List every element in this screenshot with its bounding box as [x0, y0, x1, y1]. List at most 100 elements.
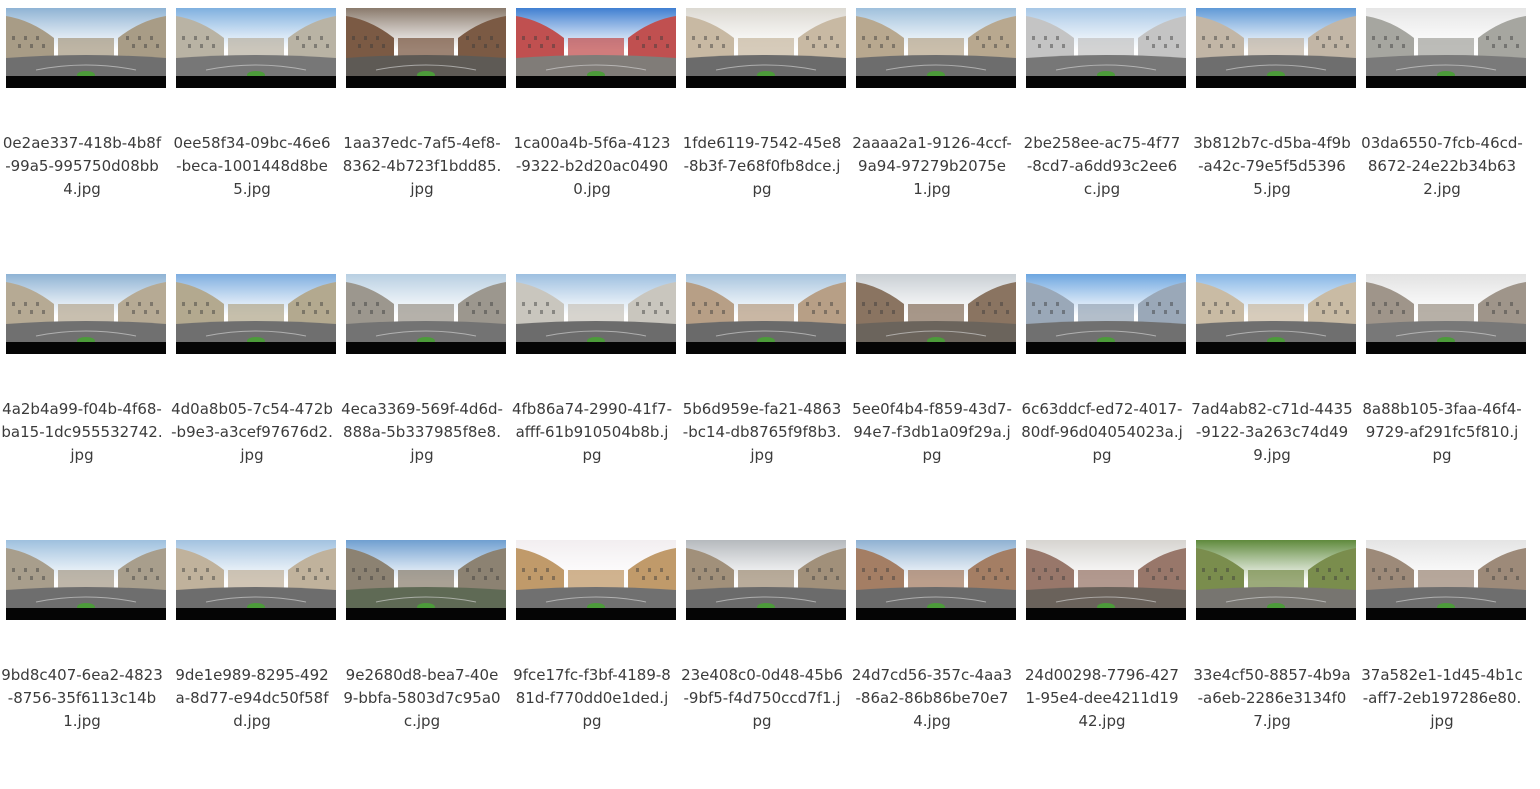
panorama-image-thumbnail	[856, 540, 1016, 620]
file-name-label: 33e4cf50-8857-4b9a-a6eb-2286e3134f07.jpg	[1193, 666, 1351, 730]
file-name-label: 23e408c0-0d48-45b6-9bf5-f4d750ccd7f1.jpg	[681, 666, 843, 730]
file-name-label: 4d0a8b05-7c54-472b-b9e3-a3cef97676d2.jpg	[171, 400, 333, 464]
file-thumbnail[interactable]	[1026, 540, 1186, 620]
panorama-image-thumbnail	[346, 8, 506, 88]
file-name-label: 4a2b4a99-f04b-4f68-ba15-1dc955532742.jpg	[1, 400, 163, 464]
file-item[interactable]: 2be258ee-ac75-4f77-8cd7-a6dd93c2ee6c.jpg	[1024, 8, 1195, 258]
panorama-image-thumbnail	[856, 8, 1016, 88]
file-thumbnail[interactable]	[1366, 274, 1526, 354]
file-item[interactable]: 9de1e989-8295-492a-8d77-e94dc50f58fd.jpg	[175, 540, 345, 789]
file-thumbnail[interactable]	[516, 540, 676, 620]
file-thumbnail[interactable]	[176, 540, 336, 620]
file-item[interactable]: 4fb86a74-2990-41f7-afff-61b910504b8b.jpg	[512, 274, 685, 524]
panorama-image-thumbnail	[176, 540, 336, 620]
panorama-image-thumbnail	[346, 540, 506, 620]
file-item[interactable]: 33e4cf50-8857-4b9a-a6eb-2286e3134f07.jpg	[1193, 540, 1365, 789]
file-name-label: 4fb86a74-2990-41f7-afff-61b910504b8b.jpg	[511, 400, 673, 464]
file-thumbnail[interactable]	[856, 274, 1016, 354]
file-item[interactable]: 7ad4ab82-c71d-4435-9122-3a263c74d499.jpg	[1191, 274, 1365, 524]
file-name-label: 7ad4ab82-c71d-4435-9122-3a263c74d499.jpg	[1191, 400, 1353, 464]
file-item[interactable]: 1aa37edc-7af5-4ef8-8362-4b723f1bdd85.jpg	[343, 8, 515, 258]
panorama-image-thumbnail	[516, 274, 676, 354]
file-item[interactable]: 4eca3369-569f-4d6d-888a-5b337985f8e8.jpg	[341, 274, 515, 524]
panorama-image-thumbnail	[856, 274, 1016, 354]
file-thumbnail[interactable]	[516, 8, 676, 88]
panorama-image-thumbnail	[516, 8, 676, 88]
file-name-label: 8a88b105-3faa-46f4-9729-af291fc5f810.jpg	[1362, 400, 1522, 464]
file-thumbnail[interactable]	[856, 8, 1016, 88]
file-name-label: 6c63ddcf-ed72-4017-80df-96d04054023a.jpg	[1021, 400, 1183, 464]
panorama-image-thumbnail	[1366, 8, 1526, 88]
file-name-label: 1fde6119-7542-45e8-8b3f-7e68f0fb8dce.jpg	[682, 134, 842, 198]
panorama-image-thumbnail	[6, 274, 166, 354]
file-item[interactable]: 1ca00a4b-5f6a-4123-9322-b2d20ac04900.jpg	[514, 8, 685, 258]
file-name-label: 1aa37edc-7af5-4ef8-8362-4b723f1bdd85.jpg	[342, 134, 502, 198]
file-thumbnail[interactable]	[1026, 8, 1186, 88]
file-name-label: 1ca00a4b-5f6a-4123-9322-b2d20ac04900.jpg	[513, 134, 671, 198]
file-item[interactable]: 9e2680d8-bea7-40e9-bbfa-5803d7c95a0c.jpg	[343, 540, 515, 789]
file-thumbnail[interactable]	[686, 274, 846, 354]
file-name-label: 3b812b7c-d5ba-4f9b-a42c-79e5f5d53965.jpg	[1193, 134, 1351, 198]
file-item[interactable]: 24d00298-7796-4271-95e4-dee4211d1942.jpg	[1025, 540, 1195, 789]
file-item[interactable]: 1fde6119-7542-45e8-8b3f-7e68f0fb8dce.jpg	[683, 8, 855, 258]
file-name-label: 0ee58f34-09bc-46e6-beca-1001448d8be5.jpg	[173, 134, 331, 198]
file-name-label: 9fce17fc-f3bf-4189-881d-f770dd0e1ded.jpg	[513, 666, 671, 730]
file-thumbnail[interactable]	[176, 8, 336, 88]
panorama-image-thumbnail	[1196, 540, 1356, 620]
file-thumbnail[interactable]	[1196, 274, 1356, 354]
panorama-image-thumbnail	[176, 8, 336, 88]
panorama-image-thumbnail	[686, 8, 846, 88]
file-item[interactable]: 4d0a8b05-7c54-472b-b9e3-a3cef97676d2.jpg	[171, 274, 345, 524]
file-thumbnail[interactable]	[6, 8, 166, 88]
panorama-image-thumbnail	[686, 540, 846, 620]
panorama-image-thumbnail	[6, 540, 166, 620]
file-name-label: 2aaaa2a1-9126-4ccf-9a94-97279b2075e1.jpg	[852, 134, 1012, 198]
file-thumbnail[interactable]	[1026, 274, 1186, 354]
file-name-label: 24d00298-7796-4271-95e4-dee4211d1942.jpg	[1025, 666, 1179, 730]
file-item[interactable]: 3b812b7c-d5ba-4f9b-a42c-79e5f5d53965.jpg	[1193, 8, 1365, 258]
file-item[interactable]: 8a88b105-3faa-46f4-9729-af291fc5f810.jpg	[1362, 274, 1535, 524]
file-name-label: 2be258ee-ac75-4f77-8cd7-a6dd93c2ee6c.jpg	[1023, 134, 1181, 198]
file-item[interactable]: 5b6d959e-fa21-4863-bc14-db8765f9f8b3.jpg	[683, 274, 855, 524]
panorama-image-thumbnail	[176, 274, 336, 354]
file-item[interactable]: 6c63ddcf-ed72-4017-80df-96d04054023a.jpg	[1021, 274, 1195, 524]
file-thumbnail[interactable]	[6, 274, 166, 354]
file-name-label: 24d7cd56-357c-4aa3-86a2-86b86be70e74.jpg	[851, 666, 1013, 730]
panorama-image-thumbnail	[1196, 274, 1356, 354]
file-item[interactable]: 9bd8c407-6ea2-4823-8756-35f6113c14b1.jpg	[1, 540, 175, 789]
file-name-label: 9de1e989-8295-492a-8d77-e94dc50f58fd.jpg	[175, 666, 329, 730]
file-name-label: 9e2680d8-bea7-40e9-bbfa-5803d7c95a0c.jpg	[343, 666, 501, 730]
panorama-image-thumbnail	[346, 274, 506, 354]
file-item[interactable]: 4a2b4a99-f04b-4f68-ba15-1dc955532742.jpg	[1, 274, 175, 524]
file-thumbnail[interactable]	[1196, 540, 1356, 620]
file-thumbnail[interactable]	[176, 274, 336, 354]
file-item[interactable]: 2aaaa2a1-9126-4ccf-9a94-97279b2075e1.jpg	[852, 8, 1025, 258]
file-thumbnail[interactable]	[686, 540, 846, 620]
file-grid: 0e2ae337-418b-4b8f-99a5-995750d08bb4.jpg…	[0, 0, 1540, 789]
file-name-label: 37a582e1-1d45-4b1c-aff7-2eb197286e80.jpg	[1361, 666, 1523, 730]
file-item[interactable]: 37a582e1-1d45-4b1c-aff7-2eb197286e80.jpg	[1361, 540, 1535, 789]
file-thumbnail[interactable]	[346, 8, 506, 88]
panorama-image-thumbnail	[686, 274, 846, 354]
file-thumbnail[interactable]	[1366, 8, 1526, 88]
file-thumbnail[interactable]	[1196, 8, 1356, 88]
file-item[interactable]: 0e2ae337-418b-4b8f-99a5-995750d08bb4.jpg	[3, 8, 175, 258]
panorama-image-thumbnail	[1026, 274, 1186, 354]
file-thumbnail[interactable]	[346, 274, 506, 354]
file-name-label: 03da6550-7fcb-46cd-8672-24e22b34b632.jpg	[1361, 134, 1523, 198]
panorama-image-thumbnail	[1366, 274, 1526, 354]
panorama-image-thumbnail	[1026, 8, 1186, 88]
panorama-image-thumbnail	[6, 8, 166, 88]
file-thumbnail[interactable]	[856, 540, 1016, 620]
file-thumbnail[interactable]	[6, 540, 166, 620]
file-item[interactable]: 0ee58f34-09bc-46e6-beca-1001448d8be5.jpg	[174, 8, 345, 258]
file-thumbnail[interactable]	[1366, 540, 1526, 620]
file-item[interactable]: 24d7cd56-357c-4aa3-86a2-86b86be70e74.jpg	[852, 540, 1025, 789]
file-item[interactable]: 9fce17fc-f3bf-4189-881d-f770dd0e1ded.jpg	[513, 540, 685, 789]
file-thumbnail[interactable]	[686, 8, 846, 88]
file-thumbnail[interactable]	[516, 274, 676, 354]
file-item[interactable]: 03da6550-7fcb-46cd-8672-24e22b34b632.jpg	[1361, 8, 1535, 258]
file-thumbnail[interactable]	[346, 540, 506, 620]
file-item[interactable]: 23e408c0-0d48-45b6-9bf5-f4d750ccd7f1.jpg	[681, 540, 855, 789]
file-item[interactable]: 5ee0f4b4-f859-43d7-94e7-f3db1a09f29a.jpg	[852, 274, 1025, 524]
